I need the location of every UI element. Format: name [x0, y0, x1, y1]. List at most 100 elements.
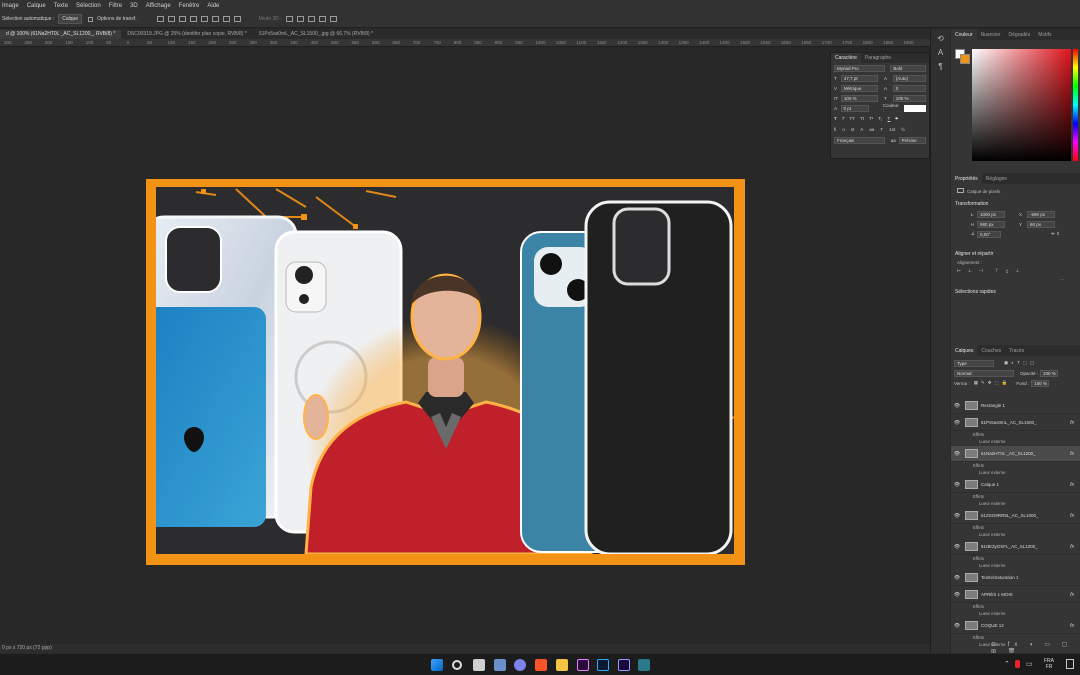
vertical-scale-field[interactable]: 100 % — [840, 94, 878, 102]
outer-glow-effect[interactable]: Lueur externe — [979, 501, 1006, 506]
layer-name[interactable]: 61Na2HT0L _AC_SL1200_ — [981, 451, 1036, 456]
visibility-eye-icon[interactable]: 👁 — [953, 513, 961, 519]
layer-name[interactable]: 51Pv5as0mL_AC_SL1500_ — [981, 420, 1037, 425]
paragraph-panel-icon[interactable]: ¶ — [937, 63, 945, 71]
brave-browser-icon[interactable] — [535, 659, 547, 671]
align-top-edges-icon[interactable]: ⊤ — [995, 268, 999, 274]
ot-icon-5[interactable]: T — [880, 127, 883, 132]
tab-traces[interactable]: Tracés — [1005, 345, 1028, 356]
tab-nuancier[interactable]: Nuancier — [977, 29, 1005, 40]
tab-couleur[interactable]: Couleur — [951, 29, 977, 40]
layer-name[interactable]: Calque 1 — [981, 482, 999, 487]
align-left-icon[interactable] — [189, 16, 197, 22]
layer-name[interactable]: COQUE 12 — [981, 623, 1004, 628]
file-explorer-icon[interactable] — [556, 659, 568, 671]
after-effects-icon[interactable] — [618, 659, 630, 671]
ot-icon-7[interactable]: ½ — [901, 127, 905, 132]
align-right-edges-icon[interactable]: ⊣ — [979, 268, 983, 274]
layer-row[interactable]: 👁 61ZSG9RR9L_AC_SL1000_ fx — [951, 508, 1080, 524]
tab-character[interactable]: Caractère — [831, 53, 861, 63]
transform-section-title[interactable]: Transformation — [951, 199, 1080, 209]
layer-fx-icon[interactable]: fx — [1070, 482, 1074, 488]
layer-fx-icon[interactable]: fx — [1070, 592, 1074, 598]
align-center-icon[interactable] — [200, 16, 208, 22]
antialias-select[interactable]: Précise — [898, 136, 927, 144]
more-options-icon[interactable] — [233, 16, 241, 22]
language-select[interactable]: Français — [834, 136, 885, 144]
align-vcenter-icon[interactable]: ‡ — [1006, 269, 1009, 274]
layer-name[interactable]: APRÈS 1 MOIS — [981, 592, 1013, 597]
align-section-title[interactable]: Aligner et répartir — [951, 249, 1080, 259]
outer-glow-effect[interactable]: Lueur externe — [979, 611, 1006, 616]
align-middle-icon[interactable] — [167, 16, 175, 22]
y-field[interactable]: 60 px — [1027, 220, 1055, 228]
underline-icon[interactable]: T — [888, 116, 891, 121]
opacity-field[interactable]: 100 % — [1040, 369, 1059, 377]
tab-degrades[interactable]: Dégradés — [1005, 29, 1035, 40]
horizontal-scale-field[interactable]: 100 % — [892, 94, 926, 102]
kerning-field[interactable]: Métrique — [840, 84, 878, 92]
baseline-field[interactable]: 0 pt — [840, 104, 869, 112]
align-bottom-icon[interactable] — [178, 16, 186, 22]
visibility-eye-icon[interactable]: 👁 — [953, 451, 961, 457]
outer-glow-effect[interactable]: Lueur externe — [979, 439, 1006, 444]
layer-row[interactable]: 👁 61Na2HT0L _AC_SL1200_ fx — [951, 446, 1080, 462]
layer-name[interactable]: 61ZSG9RR9L_AC_SL1000_ — [981, 513, 1039, 518]
task-view-icon[interactable] — [473, 659, 485, 671]
history-icon[interactable]: ⟲ — [937, 35, 945, 43]
character-panel-icon[interactable]: A — [937, 49, 945, 57]
microphone-icon[interactable] — [1015, 660, 1020, 668]
layer-name[interactable]: 51rBr3yGSFL_AC_SL1000_ — [981, 544, 1038, 549]
outer-glow-effect[interactable]: Lueur externe — [979, 532, 1006, 537]
ot-icon-6[interactable]: 1st — [889, 127, 895, 132]
font-size-field[interactable]: 47,7 pt — [840, 74, 878, 82]
menu-item-6[interactable]: Affichage — [146, 3, 171, 9]
app-icon[interactable] — [638, 659, 650, 671]
flip-icons[interactable]: ⇹ ⇕ — [1051, 231, 1060, 237]
layer-effects-label[interactable]: Effets — [973, 635, 984, 640]
layer-thumbnail[interactable] — [965, 401, 978, 410]
menu-item-8[interactable]: Aide — [207, 3, 219, 9]
all-caps-icon[interactable]: TT — [850, 116, 856, 121]
layer-row[interactable]: 👁 APRÈS 1 MOIS fx — [951, 587, 1080, 603]
layer-effects-label[interactable]: Effets — [973, 525, 984, 530]
layer-filter-select[interactable]: Type — [954, 359, 994, 367]
tab-proprietes[interactable]: Propriétés — [951, 173, 982, 184]
layer-row[interactable]: 👁 51rBr3yGSFL_AC_SL1000_ fx — [951, 539, 1080, 555]
layer-thumbnail[interactable] — [965, 511, 978, 520]
layer-effects-label[interactable]: Effets — [973, 494, 984, 499]
visibility-eye-icon[interactable]: 👁 — [953, 623, 961, 629]
distribute-icon[interactable] — [222, 16, 230, 22]
outer-glow-effect[interactable]: Lueur externe — [979, 563, 1006, 568]
visibility-eye-icon[interactable]: 👁 — [953, 403, 961, 409]
layer-thumbnail[interactable] — [965, 480, 978, 489]
layer-row[interactable]: 👁 COQUE 12 fx — [951, 618, 1080, 634]
angle-field[interactable]: 0,00° — [977, 230, 1001, 238]
checkbox-icon[interactable] — [88, 16, 94, 22]
align-bottom-edges-icon[interactable]: ⊥ — [1015, 268, 1019, 274]
tab-paragraph[interactable]: Paragraphe — [861, 53, 895, 63]
layer-thumbnail[interactable] — [965, 418, 978, 427]
slide3d-icon[interactable] — [318, 16, 326, 22]
background-color-swatch[interactable] — [960, 54, 970, 64]
menu-item-2[interactable]: Texte — [54, 3, 68, 9]
transform-controls-label[interactable]: Options de transf. — [97, 16, 136, 22]
layer-row[interactable]: 👁 Calque 1 fx — [951, 477, 1080, 493]
menu-item-3[interactable]: Sélection — [76, 3, 101, 9]
faux-bold-icon[interactable]: T — [834, 116, 837, 121]
leading-field[interactable]: (Auto) — [892, 74, 926, 82]
layer-fx-icon[interactable]: fx — [1070, 451, 1074, 457]
layer-row[interactable]: 👁 51Pv5as0mL_AC_SL1500_ fx — [951, 415, 1080, 431]
more-align-icon[interactable]: ··· — [951, 276, 1080, 283]
layer-fx-icon[interactable]: fx — [1070, 513, 1074, 519]
layer-thumbnail[interactable] — [965, 542, 978, 551]
layer-thumbnail[interactable] — [965, 621, 978, 630]
faux-italic-icon[interactable]: T — [842, 116, 845, 121]
photoshop-icon[interactable] — [597, 659, 609, 671]
thumbnail-artboard[interactable] — [146, 179, 745, 565]
layer-thumbnail[interactable] — [965, 449, 978, 458]
pan3d-icon[interactable] — [307, 16, 315, 22]
layer-effects-label[interactable]: Effets — [973, 432, 984, 437]
roll3d-icon[interactable] — [296, 16, 304, 22]
visibility-eye-icon[interactable]: 👁 — [953, 482, 961, 488]
